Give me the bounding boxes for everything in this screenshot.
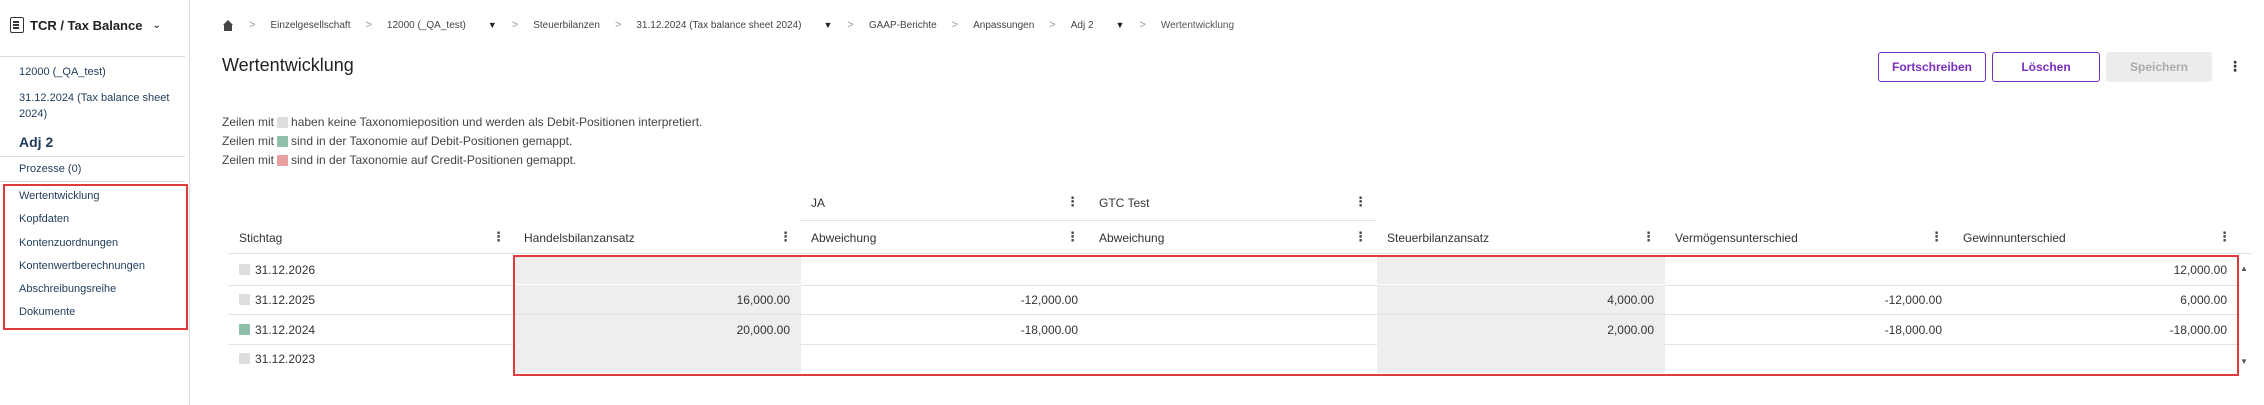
column-header-abweichung-gtc[interactable]: Abweichung [1099, 231, 1164, 245]
breadcrumb-item[interactable]: Adj 2 [1071, 20, 1094, 31]
context-company[interactable]: 12000 (_QA_test) [19, 64, 106, 80]
more-vertical-icon[interactable]: ⋮ [1066, 194, 1079, 210]
caret-down-icon[interactable]: ▼ [1116, 20, 1125, 30]
chevron-right-icon: > [847, 19, 854, 31]
legend-text: Zeilen mit [222, 134, 275, 148]
grey-swatch-icon [239, 294, 250, 305]
breadcrumb: > Einzelgesellschaft > 12000 (_QA_test) … [222, 17, 1234, 33]
header-divider [800, 220, 1376, 221]
breadcrumb-current: Wertentwicklung [1160, 19, 1235, 31]
breadcrumb-item[interactable]: Einzelgesellschaft [270, 20, 350, 31]
grey-swatch-icon [239, 264, 250, 275]
date-cell: 31.12.2025 [255, 292, 316, 307]
sidebar-item-dokumente[interactable]: Dokumente [19, 306, 75, 318]
legend-no-taxonomy: Zeilen mit haben keine Taxonomieposition… [222, 115, 702, 129]
date-cell: 31.12.2024 [255, 322, 316, 337]
more-vertical-icon[interactable]: ⋮ [1354, 229, 1367, 245]
grey-swatch-icon [239, 353, 250, 364]
table-highlight [513, 255, 2239, 376]
more-vertical-icon[interactable]: ⋮ [1930, 229, 1943, 245]
table-row[interactable]: 31.12.2024 [239, 315, 315, 344]
sidebar-divider [0, 56, 185, 57]
sidebar-divider [0, 156, 185, 157]
breadcrumb-item[interactable]: Steuerbilanzen [533, 20, 600, 31]
sidebar-item-wertentwicklung[interactable]: Wertentwicklung [19, 190, 100, 202]
chevron-right-icon: > [511, 19, 519, 31]
caret-down-icon[interactable]: ▼ [488, 20, 497, 30]
date-cell: 31.12.2023 [255, 351, 316, 366]
report-icon [10, 17, 24, 33]
breadcrumb-item[interactable]: Anpassungen [973, 20, 1034, 31]
date-cell: 31.12.2026 [255, 262, 316, 277]
processes-link[interactable]: Prozesse (0) [19, 161, 81, 177]
legend-credit: Zeilen mit sind in der Taxonomie auf Cre… [222, 153, 576, 167]
app-switcher[interactable]: TCR / Tax Balance ⌄ [10, 15, 161, 35]
sidebar-divider [0, 181, 185, 182]
legend-text: sind in der Taxonomie auf Credit-Positio… [291, 153, 577, 167]
sidebar-item-kopfdaten[interactable]: Kopfdaten [19, 213, 69, 225]
more-vertical-icon[interactable]: ⋮ [779, 229, 792, 245]
sidebar: TCR / Tax Balance ⌄ 12000 (_QA_test) 31.… [0, 0, 190, 405]
breadcrumb-item[interactable]: 31.12.2024 (Tax balance sheet 2024) [636, 20, 801, 31]
column-header-handelsbilanzansatz[interactable]: Handelsbilanzansatz [524, 231, 635, 245]
sidebar-item-kontenzuordnungen[interactable]: Kontenzuordnungen [19, 237, 118, 249]
update-button[interactable]: Fortschreiben [1878, 52, 1986, 82]
sidebar-item-kontenwertberechnungen[interactable]: Kontenwertberechnungen [19, 260, 145, 272]
column-header-stichtag[interactable]: Stichtag [239, 231, 282, 245]
column-header-vermoegensunterschied[interactable]: Vermögensunterschied [1675, 231, 1798, 245]
more-vertical-icon[interactable]: ⋮ [1642, 229, 1655, 245]
app-title: TCR / Tax Balance [30, 17, 143, 33]
red-swatch-icon [277, 154, 289, 166]
home-icon[interactable] [222, 19, 234, 31]
column-header-steuerbilanzansatz[interactable]: Steuerbilanzansatz [1387, 231, 1489, 245]
legend-text: sind in der Taxonomie auf Debit-Position… [291, 134, 573, 148]
legend-text: Zeilen mit [222, 115, 275, 129]
scroll-up-icon[interactable]: ▲ [2240, 264, 2248, 273]
table-row[interactable]: 31.12.2023 [239, 344, 315, 373]
table-row[interactable]: 31.12.2025 [239, 285, 315, 314]
chevron-right-icon: > [365, 19, 372, 31]
sidebar-item-abschreibungsreihe[interactable]: Abschreibungsreihe [19, 283, 116, 295]
group-header-gtc: GTC Test [1099, 196, 1150, 210]
caret-down-icon[interactable]: ▼ [824, 20, 833, 30]
save-button[interactable]: Speichern [2106, 52, 2212, 82]
chevron-right-icon: > [951, 19, 959, 31]
chevron-down-icon[interactable]: ⌄ [152, 20, 160, 31]
header-divider [228, 253, 2252, 254]
delete-button[interactable]: Löschen [1992, 52, 2100, 82]
chevron-right-icon: > [614, 19, 622, 31]
legend-text: Zeilen mit [222, 153, 275, 167]
context-adjustment: Adj 2 [19, 134, 54, 150]
more-vertical-icon[interactable]: ⋮ [1354, 194, 1367, 210]
grey-swatch-icon [277, 116, 289, 128]
more-vertical-icon[interactable]: ⋮ [2228, 58, 2242, 75]
more-vertical-icon[interactable]: ⋮ [492, 229, 505, 245]
column-header-abweichung-ja[interactable]: Abweichung [811, 231, 876, 245]
breadcrumb-item[interactable]: 12000 (_QA_test) [387, 20, 466, 31]
more-vertical-icon[interactable]: ⋮ [2218, 229, 2231, 245]
breadcrumb-item[interactable]: GAAP-Berichte [869, 20, 937, 31]
green-swatch-icon [239, 324, 250, 335]
chevron-right-icon: > [1049, 19, 1056, 31]
green-swatch-icon [277, 135, 289, 147]
chevron-right-icon: > [1139, 19, 1146, 31]
table-row[interactable]: 31.12.2026 [239, 255, 315, 284]
group-header-ja: JA [811, 196, 826, 210]
page-title: Wertentwicklung [222, 55, 354, 75]
chevron-right-icon: > [249, 19, 256, 31]
more-vertical-icon[interactable]: ⋮ [1066, 229, 1079, 245]
legend-text: haben keine Taxonomieposition und werden… [291, 115, 703, 129]
legend-debit: Zeilen mit sind in der Taxonomie auf Deb… [222, 134, 572, 148]
scroll-down-icon[interactable]: ▼ [2240, 357, 2248, 366]
column-header-gewinnunterschied[interactable]: Gewinnunterschied [1963, 231, 2066, 245]
context-period[interactable]: 31.12.2024 (Tax balance sheet 2024) [19, 90, 179, 122]
